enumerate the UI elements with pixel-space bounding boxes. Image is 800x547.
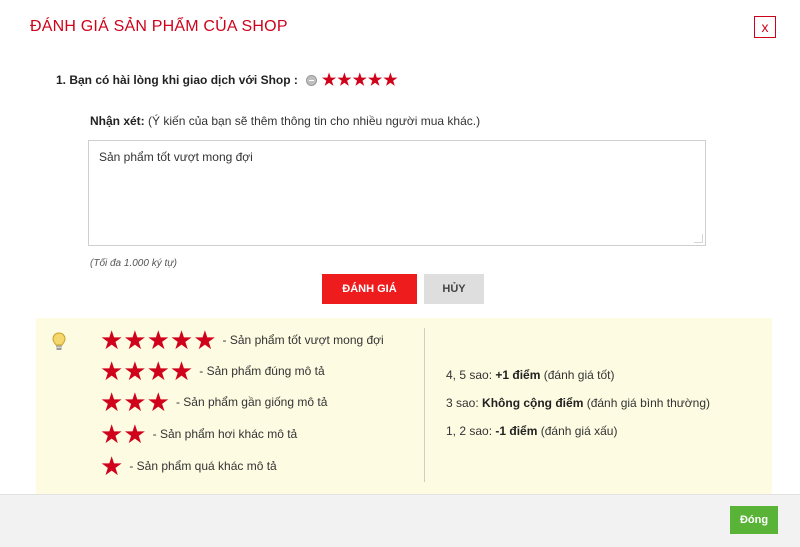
rule-prefix: 4, 5 sao: bbox=[446, 368, 496, 382]
legend-item: ★★ - Sản phẩm hơi khác mô tả bbox=[100, 419, 298, 449]
rule-suffix: (đánh giá tốt) bbox=[540, 368, 615, 382]
star-icon: ★★★★★ bbox=[100, 325, 217, 355]
legend-text: - Sản phẩm quá khác mô tả bbox=[129, 459, 277, 473]
rating-guide-panel: ★★★★★ - Sản phẩm tốt vượt mong đợi ★★★★ … bbox=[36, 318, 772, 494]
scoring-rule: 4, 5 sao: +1 điểm (đánh giá tốt) bbox=[446, 368, 614, 382]
comment-label-title: Nhận xét: bbox=[90, 114, 145, 128]
cancel-button[interactable]: HỦY bbox=[424, 274, 484, 304]
comment-label-hint: (Ý kiến của bạn sẽ thêm thông tin cho nh… bbox=[144, 114, 481, 128]
star-icon[interactable]: ★ bbox=[337, 72, 351, 89]
rule-points: -1 điểm bbox=[495, 424, 538, 438]
divider bbox=[424, 328, 425, 482]
legend-item: ★★★ - Sản phẩm gần giống mô tả bbox=[100, 387, 328, 417]
question-label: 1. Bạn có hài lòng khi giao dịch với Sho… bbox=[56, 73, 298, 87]
rule-suffix: (đánh giá bình thường) bbox=[583, 396, 711, 410]
comment-textarea[interactable] bbox=[88, 140, 706, 246]
legend-text: - Sản phẩm đúng mô tả bbox=[199, 364, 325, 378]
star-icon: ★ bbox=[100, 451, 124, 481]
legend-item: ★★★★ - Sản phẩm đúng mô tả bbox=[100, 356, 325, 386]
legend-text: - Sản phẩm hơi khác mô tả bbox=[152, 427, 298, 441]
rule-suffix: (đánh giá xấu) bbox=[537, 424, 618, 438]
rule-points: Không cộng điểm bbox=[482, 396, 584, 410]
submit-review-button[interactable]: ĐÁNH GIÁ bbox=[322, 274, 417, 304]
rule-points: +1 điểm bbox=[495, 368, 541, 382]
lightbulb-icon bbox=[52, 332, 66, 350]
close-icon[interactable]: x bbox=[754, 16, 776, 38]
legend-item: ★ - Sản phẩm quá khác mô tả bbox=[100, 451, 277, 481]
legend-text: - Sản phẩm tốt vượt mong đợi bbox=[222, 333, 384, 347]
dialog-title: ĐÁNH GIÁ SẢN PHẨM CỦA SHOP bbox=[30, 18, 288, 35]
star-icon[interactable]: ★ bbox=[353, 72, 367, 89]
star-icon[interactable]: ★ bbox=[322, 72, 336, 89]
rule-prefix: 3 sao: bbox=[446, 396, 483, 410]
review-dialog: ĐÁNH GIÁ SẢN PHẨM CỦA SHOP x 1. Bạn có h… bbox=[0, 0, 800, 547]
star-icon: ★★★★ bbox=[100, 356, 194, 386]
star-icon[interactable]: ★ bbox=[368, 72, 382, 89]
dialog-footer bbox=[0, 494, 800, 547]
comment-label: Nhận xét: (Ý kiến của bạn sẽ thêm thông … bbox=[90, 114, 480, 128]
scoring-rule: 1, 2 sao: -1 điểm (đánh giá xấu) bbox=[446, 424, 617, 438]
star-icon[interactable]: ★ bbox=[383, 72, 397, 89]
rule-prefix: 1, 2 sao: bbox=[446, 424, 496, 438]
star-icon: ★★★ bbox=[100, 387, 170, 417]
max-chars-note: (Tối đa 1.000 ký tự) bbox=[90, 258, 177, 269]
resize-handle[interactable] bbox=[694, 234, 703, 243]
reset-rating-icon[interactable] bbox=[305, 74, 317, 86]
legend-item: ★★★★★ - Sản phẩm tốt vượt mong đợi bbox=[100, 325, 384, 355]
star-icon: ★★ bbox=[100, 419, 147, 449]
scoring-rule: 3 sao: Không cộng điểm (đánh giá bình th… bbox=[446, 396, 710, 410]
shop-satisfaction-question: 1. Bạn có hài lòng khi giao dịch với Sho… bbox=[56, 70, 398, 90]
legend-text: - Sản phẩm gần giống mô tả bbox=[175, 395, 328, 409]
rating-stars: ★★★★★ bbox=[321, 70, 398, 90]
close-dialog-button[interactable]: Đóng bbox=[730, 506, 778, 534]
